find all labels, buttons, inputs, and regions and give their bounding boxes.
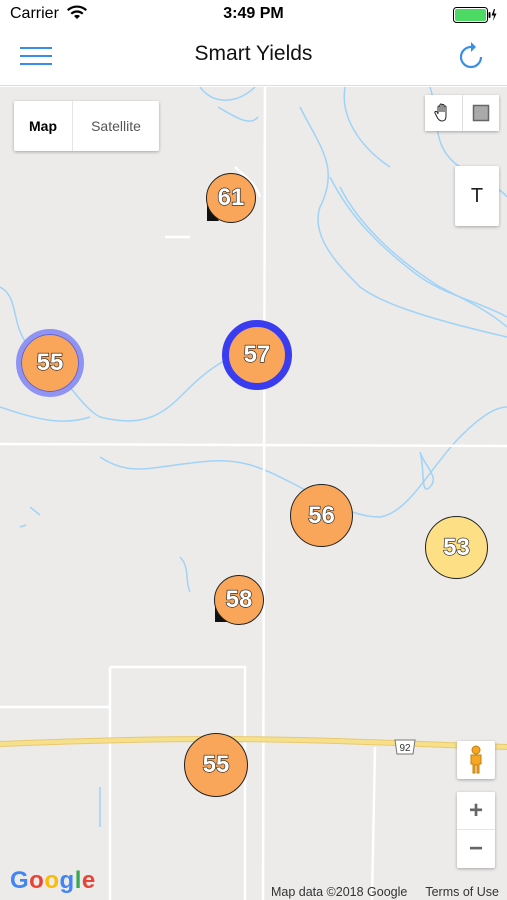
square-icon — [472, 104, 489, 122]
battery-icon — [453, 7, 497, 23]
refresh-icon — [459, 42, 483, 69]
yield-cluster-marker[interactable]: 61 — [206, 173, 256, 223]
drawing-tools — [425, 95, 499, 131]
yield-cluster-marker-selected[interactable]: 57 — [222, 320, 292, 390]
street-view-button[interactable] — [457, 741, 495, 779]
yield-cluster-marker[interactable]: 53 — [425, 516, 488, 579]
rectangle-tool-button[interactable] — [463, 95, 500, 131]
yield-cluster-marker[interactable]: 58 — [214, 575, 264, 625]
map-view[interactable]: 92 Map Satellite T 61 55 57 56 53 58 55 — [0, 87, 507, 900]
google-logo: Google — [10, 867, 96, 894]
map-data-label: Map data ©2018 Google — [270, 885, 408, 899]
map-background — [0, 87, 507, 900]
yield-cluster-marker[interactable]: 55 — [184, 733, 248, 797]
text-tool-button[interactable]: T — [455, 166, 499, 226]
page-title: Smart Yields — [194, 42, 313, 65]
map-type-satellite-button[interactable]: Satellite — [73, 101, 159, 151]
zoom-in-button[interactable]: + — [457, 792, 495, 830]
navigation-bar: Smart Yields — [0, 30, 507, 86]
road-shield-label: 92 — [399, 743, 411, 754]
pegman-icon — [470, 745, 482, 774]
status-time: 3:49 PM — [223, 5, 284, 22]
status-bar: Carrier 3:49 PM — [0, 0, 507, 30]
zoom-controls: + − — [457, 792, 495, 868]
pan-tool-button[interactable] — [425, 95, 463, 131]
terms-of-use-link[interactable]: Terms of Use — [425, 885, 499, 899]
map-type-map-button[interactable]: Map — [14, 101, 73, 151]
map-attribution: Map data ©2018 Google Terms of Use — [271, 885, 507, 900]
map-type-toggle: Map Satellite — [14, 101, 159, 151]
road-shield-icon: 92 — [394, 739, 416, 755]
zoom-out-button[interactable]: − — [457, 830, 495, 868]
yield-cluster-marker[interactable]: 55 — [16, 329, 84, 397]
yield-cluster-marker[interactable]: 56 — [290, 484, 353, 547]
hand-icon — [434, 103, 447, 122]
refresh-button[interactable] — [455, 40, 487, 72]
